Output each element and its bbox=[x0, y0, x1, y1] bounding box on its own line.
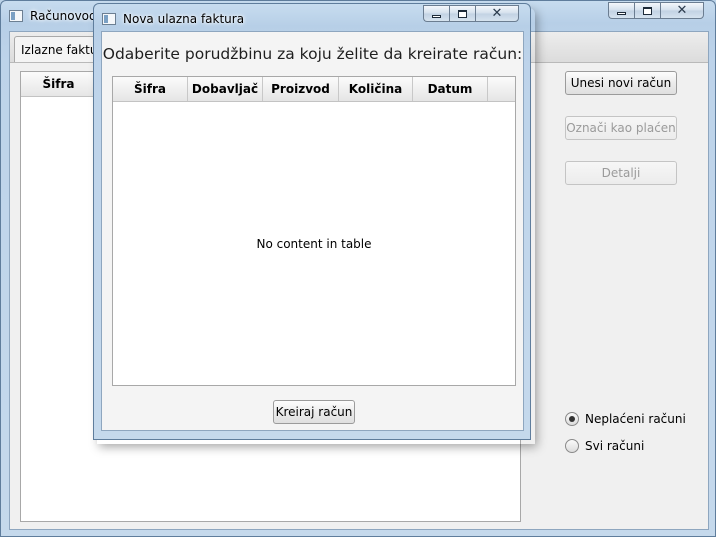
radio-all-label: Svi računi bbox=[585, 439, 645, 453]
column-header-proizvod[interactable]: Proizvod bbox=[263, 77, 339, 101]
dialog-minimize-button[interactable] bbox=[423, 5, 449, 22]
radio-all-indicator[interactable] bbox=[565, 439, 579, 453]
close-icon: ✕ bbox=[491, 6, 503, 21]
dialog-caption-buttons: ✕ bbox=[423, 5, 519, 22]
main-minimize-button[interactable] bbox=[608, 2, 634, 19]
close-icon: ✕ bbox=[676, 3, 688, 18]
app-window-icon bbox=[9, 10, 23, 22]
column-header-kolicina[interactable]: Količina bbox=[339, 77, 413, 101]
orders-table-header: Šifra Dobavljač Proizvod Količina Datum bbox=[113, 77, 515, 102]
create-invoice-button[interactable]: Kreiraj račun bbox=[273, 400, 355, 424]
radio-unpaid-label: Neplaćeni računi bbox=[585, 412, 686, 426]
column-header-sifra[interactable]: Šifra bbox=[21, 72, 97, 96]
column-header-sifra[interactable]: Šifra bbox=[113, 77, 188, 101]
dialog-client-area: Odaberite porudžbinu za koju želite da k… bbox=[101, 31, 524, 431]
main-caption-buttons: ✕ bbox=[608, 2, 704, 19]
dialog-maximize-button[interactable] bbox=[449, 5, 475, 22]
dialog-window-icon bbox=[102, 13, 116, 25]
column-header-dobavljac[interactable]: Dobavljač bbox=[188, 77, 263, 101]
dialog-prompt: Odaberite porudžbinu za koju želite da k… bbox=[102, 45, 523, 63]
details-button[interactable]: Detalji bbox=[565, 161, 677, 185]
column-header-datum[interactable]: Datum bbox=[413, 77, 488, 101]
dialog-title: Nova ulazna faktura bbox=[123, 12, 245, 26]
tab-izlazne-fakture[interactable]: Izlazne fakture bbox=[14, 36, 104, 62]
mark-paid-button[interactable]: Označi kao plaćen bbox=[565, 116, 677, 140]
maximize-icon bbox=[458, 9, 467, 18]
orders-table[interactable]: Šifra Dobavljač Proizvod Količina Datum … bbox=[112, 76, 516, 386]
maximize-icon bbox=[643, 6, 652, 15]
radio-unpaid-indicator[interactable] bbox=[565, 412, 579, 426]
main-maximize-button[interactable] bbox=[634, 2, 660, 19]
radio-all-invoices[interactable]: Svi računi bbox=[565, 439, 644, 453]
dialog-close-button[interactable]: ✕ bbox=[475, 5, 519, 22]
new-invoice-button[interactable]: Unesi novi račun bbox=[565, 71, 677, 95]
minimize-icon bbox=[432, 15, 441, 18]
radio-unpaid-invoices[interactable]: Neplaćeni računi bbox=[565, 412, 686, 426]
main-close-button[interactable]: ✕ bbox=[660, 2, 704, 19]
new-invoice-dialog: Nova ulazna faktura ✕ Odaberite porudžbi… bbox=[93, 3, 531, 440]
minimize-icon bbox=[617, 12, 626, 15]
table-empty-message: No content in table bbox=[256, 237, 372, 251]
